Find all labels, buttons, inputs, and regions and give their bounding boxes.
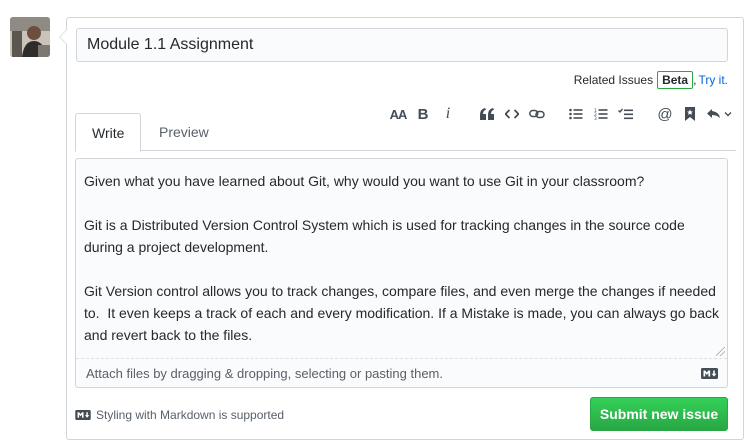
try-it-link[interactable]: Try it. bbox=[698, 73, 728, 87]
beta-badge: Beta bbox=[657, 71, 694, 89]
task-list-icon[interactable] bbox=[615, 104, 637, 124]
tab-preview[interactable]: Preview bbox=[143, 113, 225, 152]
user-avatar-image bbox=[10, 17, 50, 57]
quote-icon[interactable] bbox=[476, 104, 498, 124]
attach-files-hint: Attach files by dragging & dropping, sel… bbox=[86, 366, 443, 381]
avatar[interactable] bbox=[10, 17, 50, 57]
text-size-icon[interactable]: AA bbox=[387, 104, 409, 124]
bold-icon[interactable]: B bbox=[412, 104, 434, 124]
tab-write[interactable]: Write bbox=[75, 113, 142, 152]
mention-icon[interactable]: @ bbox=[654, 104, 676, 124]
comment-editor: Given what you have learned about Git, w… bbox=[75, 158, 728, 388]
issue-title-input[interactable] bbox=[76, 28, 728, 62]
code-icon[interactable] bbox=[501, 104, 523, 124]
reply-icon[interactable] bbox=[704, 104, 734, 124]
issue-body-textarea[interactable]: Given what you have learned about Git, w… bbox=[76, 159, 727, 359]
related-issues-label: Related Issues bbox=[573, 73, 654, 87]
unordered-list-icon[interactable] bbox=[565, 104, 587, 124]
resize-grip-icon[interactable] bbox=[716, 347, 725, 356]
markdown-toolbar: AA B i 123 @ bbox=[384, 104, 734, 124]
markdown-icon bbox=[75, 410, 91, 420]
markdown-note-label: Styling with Markdown is supported bbox=[96, 408, 285, 422]
markdown-icon bbox=[701, 368, 718, 379]
markdown-support-note[interactable]: Styling with Markdown is supported bbox=[75, 408, 284, 422]
related-issues: Related Issues Beta , Try it. bbox=[573, 71, 728, 89]
link-icon[interactable] bbox=[526, 104, 548, 124]
ordered-list-icon[interactable]: 123 bbox=[590, 104, 612, 124]
submit-new-issue-button[interactable]: Submit new issue bbox=[590, 397, 728, 431]
italic-icon[interactable]: i bbox=[437, 104, 459, 124]
svg-text:3: 3 bbox=[594, 116, 597, 120]
attach-files-area[interactable]: Attach files by dragging & dropping, sel… bbox=[76, 358, 727, 388]
saved-replies-icon[interactable] bbox=[679, 104, 701, 124]
